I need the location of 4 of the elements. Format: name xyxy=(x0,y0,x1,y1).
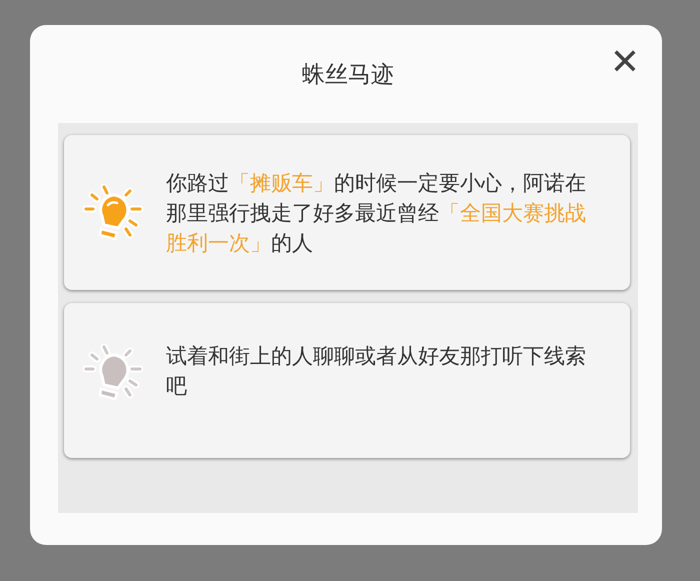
clue-text: 你路过「摊贩车」的时候一定要小心，阿诺在那里强行拽走了好多最近曾经「全国大赛挑战胜利一次」的人 xyxy=(166,170,587,256)
close-button[interactable]: ✕ xyxy=(606,45,644,81)
clue-text: 试着和街上的人聊聊或者从好友那打听下线索吧 xyxy=(166,343,587,400)
dialog-title: 蛛丝马迹 xyxy=(302,60,394,90)
